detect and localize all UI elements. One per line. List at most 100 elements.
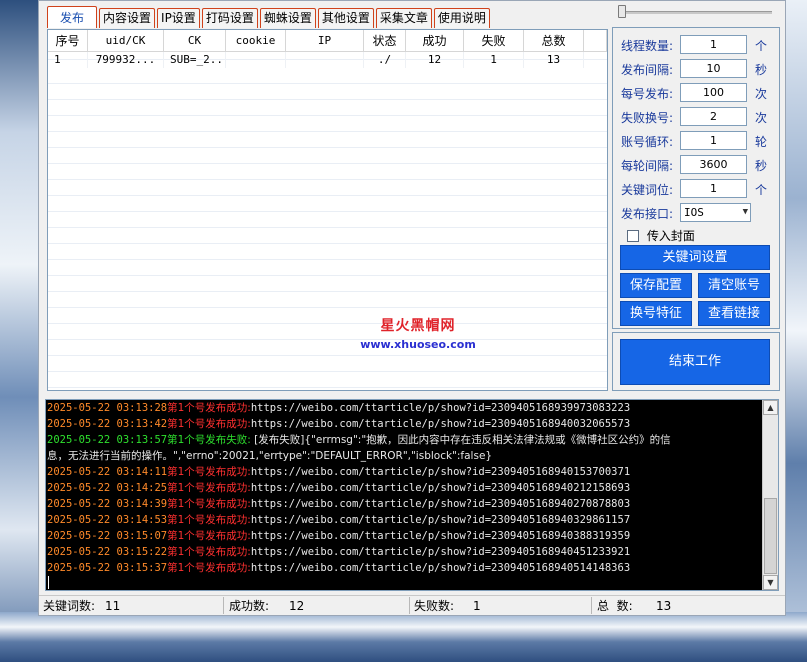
tab-spider-settings[interactable]: 蜘蛛设置 — [259, 8, 316, 28]
log-account: 第1个号 — [167, 466, 206, 478]
setting-thread-count: 线程数量: 1 个 — [613, 34, 779, 56]
log-lines: 2025-05-22 03:13:28第1个号发布成功:https://weib… — [46, 400, 778, 576]
log-status: 发布成功: — [205, 546, 251, 558]
switch-feature-button[interactable]: 换号特征 — [620, 301, 692, 326]
column-header-status[interactable]: 状态 — [364, 30, 406, 52]
log-account: 第1个号 — [167, 402, 206, 414]
setting-unit: 秒 — [755, 63, 768, 77]
setting-label: 失败换号: — [621, 111, 674, 125]
clear-accounts-button[interactable]: 清空账号 — [698, 273, 770, 298]
watermark-title: 星火黑帽网 — [380, 318, 456, 334]
status-fail-label: 失败数: — [414, 599, 455, 613]
log-timestamp: 2025-05-22 03:14:39 — [47, 498, 168, 510]
scroll-thumb[interactable] — [764, 498, 777, 574]
cover-checkbox[interactable] — [627, 229, 639, 242]
log-console[interactable]: 2025-05-22 03:13:28第1个号发布成功:https://weib… — [45, 399, 779, 591]
column-header-fail[interactable]: 失败 — [464, 30, 524, 52]
scroll-down-icon[interactable]: ▼ — [763, 575, 778, 590]
cell-cookie — [226, 52, 286, 68]
cell-status: ./ — [364, 52, 406, 68]
status-divider — [223, 597, 224, 614]
wallpaper-left — [0, 0, 40, 662]
fail-switch-input[interactable]: 2 — [680, 107, 747, 126]
posts-per-account-input[interactable]: 100 — [680, 83, 747, 102]
log-message: [发布失败]{"errmsg":"抱歉，因此内容中存在违反相关法律法规或《微博社… — [250, 434, 671, 446]
tab-bar: 发布 内容设置 IP设置 打码设置 蜘蛛设置 其他设置 采集文章 使用说明 — [47, 6, 490, 28]
column-header-spacer — [584, 30, 607, 52]
column-header-cookie[interactable]: cookie — [226, 30, 286, 52]
setting-posts-per-account: 每号发布: 100 次 — [613, 82, 779, 104]
status-total-value: 13 — [656, 599, 672, 613]
log-line: 2025-05-22 03:15:37第1个号发布成功:https://weib… — [46, 560, 778, 576]
stop-work-button[interactable]: 结束工作 — [620, 339, 770, 385]
account-loop-input[interactable]: 1 — [680, 131, 747, 150]
save-config-button[interactable]: 保存配置 — [620, 273, 692, 298]
log-status: 发布成功: — [205, 498, 251, 510]
setting-keyword-position: 关键词位: 1 个 — [613, 178, 779, 200]
tab-publish[interactable]: 发布 — [47, 6, 98, 28]
status-keywords-label: 关键词数: — [43, 599, 96, 613]
log-message: https://weibo.com/ttarticle/p/show?id=23… — [250, 482, 631, 494]
table-header: 序号 uid/CK CK cookie IP 状态 成功 失败 总数 — [48, 30, 607, 52]
tab-collect-articles[interactable]: 采集文章 — [375, 8, 432, 28]
publish-api-select[interactable]: IOS ▼ — [680, 203, 751, 222]
log-message: https://weibo.com/ttarticle/p/show?id=23… — [250, 530, 631, 542]
log-timestamp: 2025-05-22 03:14:25 — [47, 482, 168, 494]
view-links-button[interactable]: 查看链接 — [698, 301, 770, 326]
tab-help[interactable]: 使用说明 — [433, 8, 490, 28]
opacity-slider-thumb[interactable] — [618, 5, 626, 18]
column-header-success[interactable]: 成功 — [406, 30, 464, 52]
status-fail-value: 1 — [473, 599, 481, 613]
log-status: 发布成功: — [205, 562, 251, 574]
setting-label: 账号循环: — [621, 135, 674, 149]
round-interval-input[interactable]: 3600 — [680, 155, 747, 174]
cell-uid: 799932... — [88, 52, 164, 68]
tab-content-settings[interactable]: 内容设置 — [99, 8, 156, 28]
status-divider — [591, 597, 592, 614]
setting-unit: 秒 — [755, 159, 768, 173]
publish-interval-input[interactable]: 10 — [680, 59, 747, 78]
tab-other-settings[interactable]: 其他设置 — [317, 8, 374, 28]
cell-index: 1 — [48, 52, 88, 68]
log-line: 2025-05-22 03:14:11第1个号发布成功:https://weib… — [46, 464, 778, 480]
status-divider — [409, 597, 410, 614]
column-header-uid[interactable]: uid/CK — [88, 30, 164, 52]
settings-panel: 线程数量: 1 个 发布间隔: 10 秒 每号发布: 100 次 失败换号: 2… — [612, 27, 780, 329]
log-status: 发布失败: — [205, 434, 251, 446]
log-account: 第1个号 — [167, 562, 206, 574]
log-timestamp: 2025-05-22 03:14:11 — [47, 466, 168, 478]
thread-count-input[interactable]: 1 — [680, 35, 747, 54]
cover-option[interactable]: 传入封面 — [627, 227, 695, 243]
setting-fail-switch: 失败换号: 2 次 — [613, 106, 779, 128]
tab-captcha-settings[interactable]: 打码设置 — [201, 8, 258, 28]
log-message: https://weibo.com/ttarticle/p/show?id=23… — [250, 498, 631, 510]
setting-label: 发布接口: — [621, 207, 674, 221]
log-line: 2025-05-22 03:14:39第1个号发布成功:https://weib… — [46, 496, 778, 512]
log-status: 发布成功: — [205, 530, 251, 542]
log-status: 发布成功: — [205, 418, 251, 430]
scroll-up-icon[interactable]: ▲ — [763, 400, 778, 415]
log-scrollbar[interactable]: ▲ ▼ — [762, 400, 778, 590]
setting-unit: 轮 — [755, 135, 768, 149]
column-header-index[interactable]: 序号 — [48, 30, 88, 52]
column-header-total[interactable]: 总数 — [524, 30, 584, 52]
log-account: 第1个号 — [167, 482, 206, 494]
main-window: 发布 内容设置 IP设置 打码设置 蜘蛛设置 其他设置 采集文章 使用说明 序号… — [38, 0, 786, 616]
log-status: 发布成功: — [205, 514, 251, 526]
keyword-position-input[interactable]: 1 — [680, 179, 747, 198]
text-caret — [48, 576, 49, 589]
log-line: 2025-05-22 03:14:25第1个号发布成功:https://weib… — [46, 480, 778, 496]
log-timestamp: 2025-05-22 03:15:07 — [47, 530, 168, 542]
column-header-ck[interactable]: CK — [164, 30, 226, 52]
table-row[interactable]: 1 799932... SUB=_2... ./ 12 1 13 — [48, 52, 607, 68]
log-line: 2025-05-22 03:14:53第1个号发布成功:https://weib… — [46, 512, 778, 528]
log-status: 发布成功: — [205, 482, 251, 494]
setting-round-interval: 每轮间隔: 3600 秒 — [613, 154, 779, 176]
column-header-ip[interactable]: IP — [286, 30, 364, 52]
cell-ck: SUB=_2... — [164, 52, 226, 68]
account-table: 序号 uid/CK CK cookie IP 状态 成功 失败 总数 1 799… — [47, 29, 608, 391]
log-message: https://weibo.com/ttarticle/p/show?id=23… — [250, 546, 631, 558]
keyword-settings-button[interactable]: 关键词设置 — [620, 245, 770, 270]
tab-ip-settings[interactable]: IP设置 — [157, 8, 200, 28]
opacity-slider-track[interactable] — [618, 11, 772, 14]
